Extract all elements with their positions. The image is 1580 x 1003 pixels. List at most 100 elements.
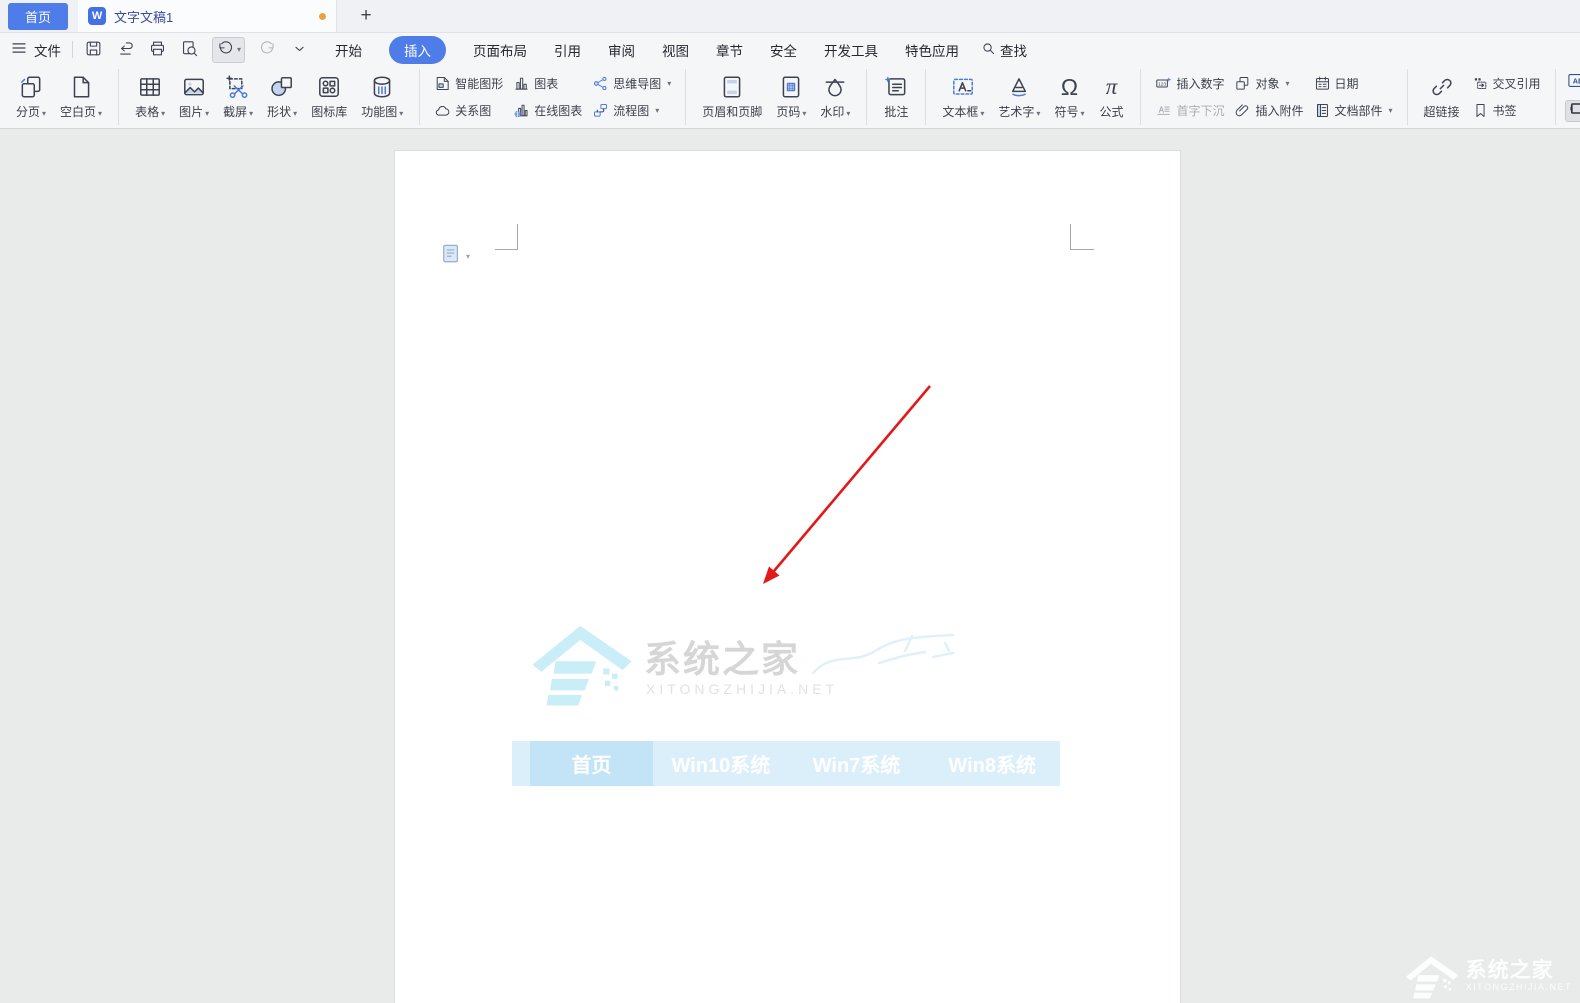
ribbon-group: 超链接交叉引用书签 [1407,69,1555,125]
ribbon-button-icon-library[interactable]: 图标库 [304,72,354,122]
watermark-icon [822,74,848,100]
watermark-signature-icon [807,619,967,694]
menu-tab-start[interactable]: 开始 [335,40,362,60]
menu-tab-special-apps[interactable]: 特色应用 [905,40,959,60]
header-footer-icon [719,74,745,100]
ribbon-button-hyperlink[interactable]: 超链接 [1417,72,1467,122]
dropdown-caret-icon: ▾ [161,109,165,118]
menu-tab-page-layout[interactable]: 页面布局 [473,40,527,60]
ribbon-button-blank-page[interactable]: 空白页▾ [53,72,109,122]
menu-tab-view[interactable]: 视图 [662,40,689,60]
smartart-icon [434,75,451,92]
ribbon-button-relation[interactable]: 关系图 [434,100,503,122]
ribbon-button-form-ab[interactable]: AB [1565,73,1580,93]
ribbon-button-bookmark[interactable]: 书签 [1472,100,1541,122]
file-menu-button[interactable]: 文件 [34,40,61,60]
save-button[interactable] [84,39,103,61]
redo-button [258,39,277,61]
tab-document[interactable]: W 文字文稿1 [78,0,337,32]
ribbon-button-form-frame[interactable] [1565,100,1580,122]
navbar-lead [512,741,530,786]
dropdown-caret-icon: ▾ [980,109,984,118]
ribbon-stack: 思维导图▾ 流程图▾ [592,73,671,122]
menu-bar: 文件 ▾ 开始 插入 页面布局 引用 审阅 视图 章节 安全 开发工具 特色应用 查找 [0,33,1580,66]
tab-home[interactable]: 首页 [8,3,68,30]
ribbon-group: AB [1555,69,1580,125]
toolbar-more-button[interactable] [290,39,309,61]
hyperlink-icon [1429,74,1455,100]
ribbon-button-object[interactable]: 对象▾ [1234,73,1303,95]
form-ab-icon: AB [1568,73,1580,93]
document-page[interactable]: ▾ 系统之家 XITONGZHIJIA.NET [395,151,1180,1003]
nav-item-win10: Win10系统 [653,741,789,786]
insert-number-icon: 123 [1155,75,1172,92]
unsaved-indicator-dot [319,13,326,20]
nav-item-win7: Win7系统 [789,741,925,786]
ribbon-button-picture[interactable]: 图片▾ [172,72,216,122]
ribbon-button-flowchart[interactable]: 流程图▾ [592,100,671,122]
ribbon-button-wordart[interactable]: 艺术字▾ [991,72,1047,122]
ribbon-button-page-break[interactable]: 分页▾ [9,72,53,122]
margin-corner-mark-left [495,224,518,250]
ribbon-button-mindmap[interactable]: 思维导图▾ [592,73,671,95]
ribbon-button-comment[interactable]: 批注 [876,72,916,122]
ribbon-button-doc-part[interactable]: 文档部件▾ [1314,100,1393,122]
page-break-icon [18,74,44,100]
page-number-icon [778,74,804,100]
ribbon-button-symbol[interactable]: Ω符号▾ [1047,72,1091,122]
ribbon-button-shapes[interactable]: 形状▾ [260,72,304,122]
dropdown-caret-icon: ▾ [1389,106,1393,115]
undo-button[interactable]: ▾ [212,37,245,63]
ribbon-button-attachment[interactable]: 插入附件 [1234,100,1303,122]
shapes-icon [269,74,295,100]
menu-tab-review[interactable]: 审阅 [608,40,635,60]
dropdown-caret-icon: ▾ [667,79,671,88]
ribbon-button-textbox[interactable]: 文本框▾ [935,72,991,122]
ribbon-button-date[interactable]: 日期 [1314,73,1393,95]
hamburger-menu-icon[interactable] [10,39,28,60]
print-preview-button[interactable] [180,39,199,61]
menu-tab-dev-tools[interactable]: 开发工具 [824,40,878,60]
picture-icon [181,74,207,100]
menu-tab-security[interactable]: 安全 [770,40,797,60]
preview-icon [180,39,199,61]
ribbon-button-online-chart[interactable]: 在线图表 [513,100,582,122]
search-button[interactable]: 查找 [981,40,1027,60]
chevron-more-icon [290,39,309,61]
ribbon-button-header-footer[interactable]: 页眉和页脚 [695,72,769,122]
screenshot-icon [225,74,251,100]
ribbon-button-formula[interactable]: π公式 [1091,72,1131,122]
ribbon-button-smartart[interactable]: 智能图形 [434,73,503,95]
export-button[interactable] [116,39,135,61]
menu-tab-references[interactable]: 引用 [554,40,581,60]
ribbon-button-function-diagram[interactable]: 功能图▾ [354,72,410,122]
ribbon-stack: 日期文档部件▾ [1314,73,1393,122]
print-icon [148,39,167,61]
ribbon-button-screenshot[interactable]: 截屏▾ [216,72,260,122]
ribbon-button-insert-number[interactable]: 123插入数字 [1155,73,1224,95]
menu-tab-insert[interactable]: 插入 [389,36,446,64]
ribbon-button-table[interactable]: 表格▾ [128,72,172,122]
ribbon-group: 文本框▾艺术字▾Ω符号▾π公式 [925,69,1140,125]
ribbon-button-chart[interactable]: 图表 [513,73,582,95]
ribbon-stack: 智能图形关系图 [434,73,503,122]
ribbon-button-dropcap: 首字下沉 [1155,100,1224,122]
new-tab-button[interactable]: + [351,1,381,31]
chevron-down-icon: ▾ [466,252,470,261]
formula-icon: π [1098,74,1124,100]
red-arrow-annotation[interactable] [395,151,1180,1003]
ribbon-button-page-number[interactable]: 页码▾ [769,72,813,122]
online-chart-icon [513,102,530,119]
ribbon-stack: 123插入数字首字下沉 [1155,73,1224,122]
print-button[interactable] [148,39,167,61]
ribbon-button-watermark[interactable]: 水印▾ [813,72,857,122]
flowchart-icon [592,102,609,119]
corner-logo-title: 系统之家 [1466,960,1572,982]
page-widget-button[interactable]: ▾ [441,243,470,270]
ribbon-button-cross-reference[interactable]: 交叉引用 [1472,73,1541,95]
document-area[interactable]: ▾ 系统之家 XITONGZHIJIA.NET [0,129,1580,1003]
textbox-icon [950,74,976,100]
dropdown-caret-icon: ▾ [237,45,241,54]
menu-tab-section[interactable]: 章节 [716,40,743,60]
ribbon-group: 分页▾空白页▾ [0,69,118,125]
